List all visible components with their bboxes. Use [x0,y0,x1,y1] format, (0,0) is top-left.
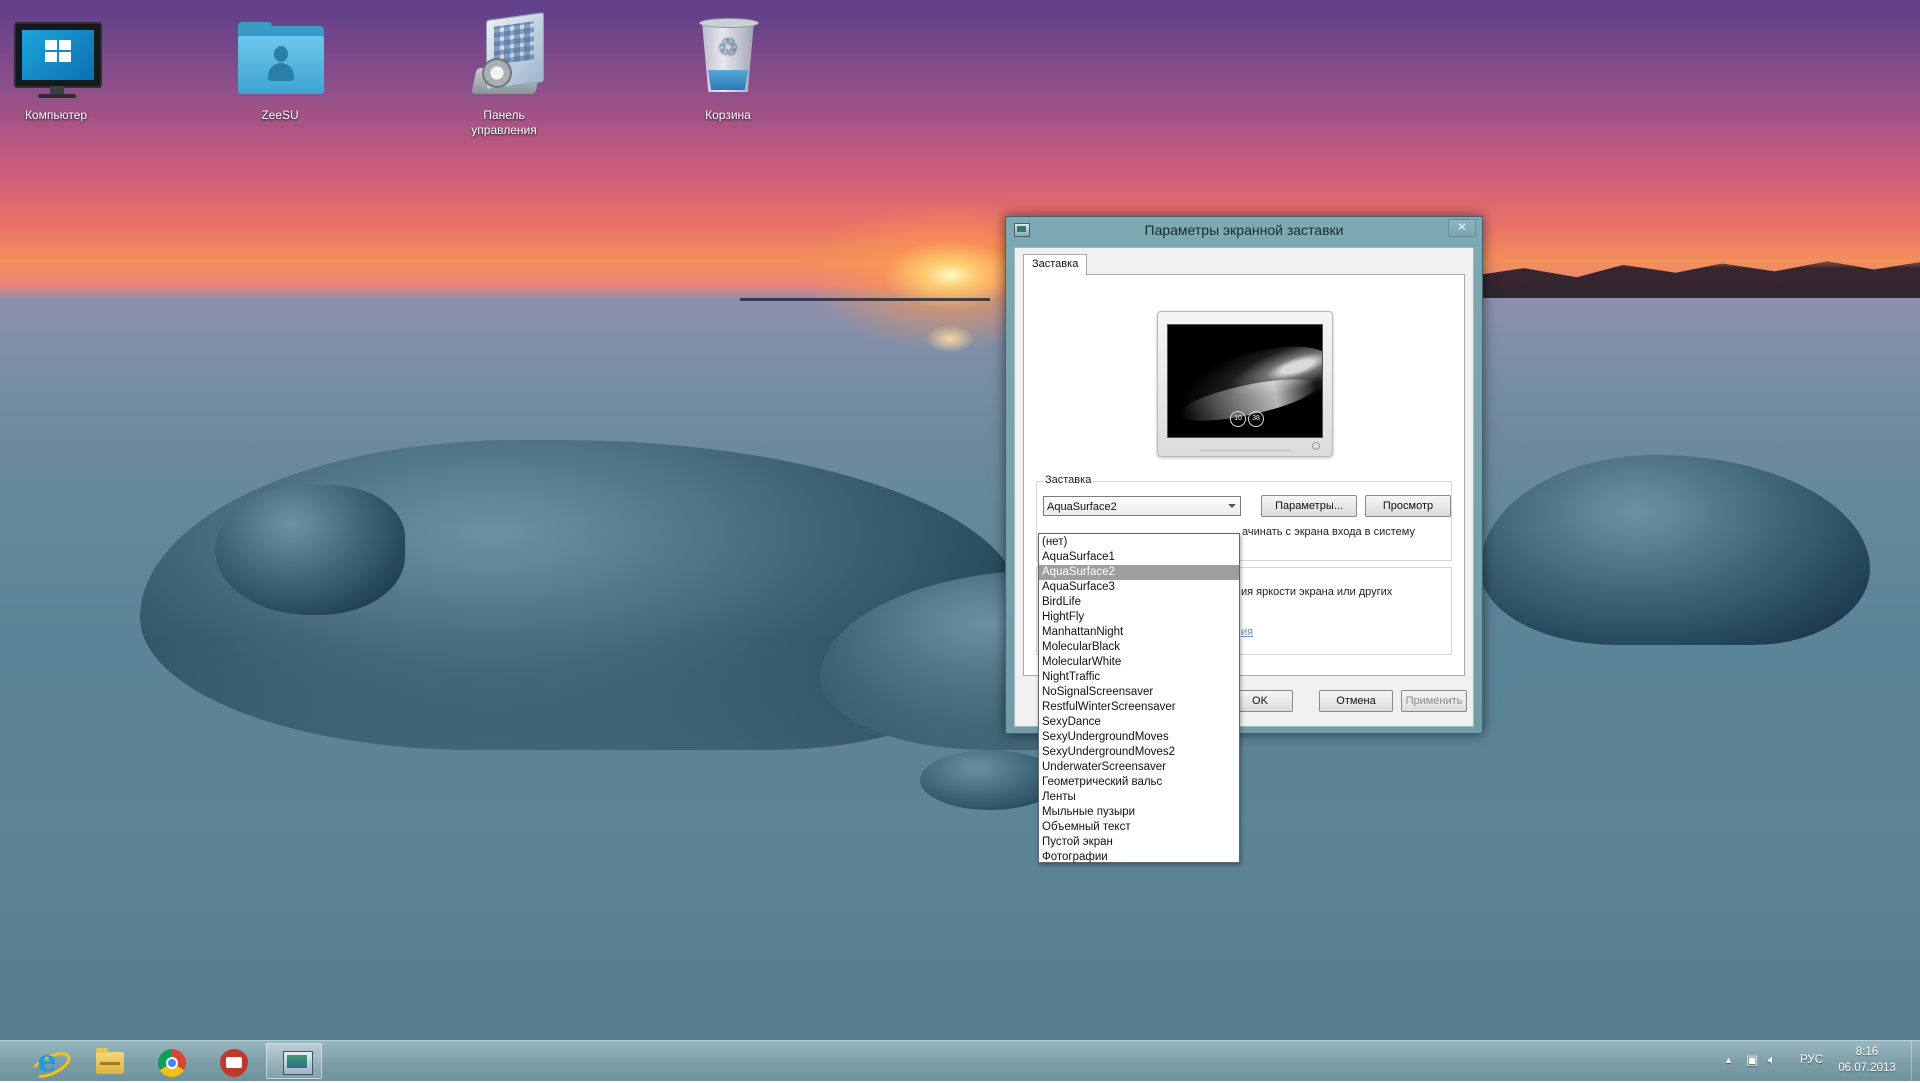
power-settings-link[interactable]: ия [1241,626,1253,638]
login-checkbox-label[interactable]: ачинать с экрана входа в систему [1242,526,1415,538]
tab-screensaver[interactable]: Заставка [1023,254,1088,275]
clock[interactable]: 8:16 06.07.2013 [1832,1044,1902,1076]
dropdown-option[interactable]: Пустой экран [1039,835,1239,850]
taskbar-screenshot-app[interactable] [204,1043,260,1079]
dropdown-option[interactable]: MolecularBlack [1039,640,1239,655]
dropdown-option[interactable]: Ленты [1039,790,1239,805]
dropdown-option[interactable]: NightTraffic [1039,670,1239,685]
taskbar-screensaver-settings[interactable] [266,1043,322,1079]
dropdown-option[interactable]: AquaSurface3 [1039,580,1239,595]
power-led-icon [1312,442,1320,450]
network-icon[interactable]: ▣ [1746,1052,1758,1068]
dropdown-option[interactable]: Объемный текст [1039,820,1239,835]
dropdown-option[interactable]: SexyUndergroundMoves [1039,730,1239,745]
dropdown-option[interactable]: ManhattanNight [1039,625,1239,640]
dropdown-option[interactable]: Геометрический вальс [1039,775,1239,790]
desktop-wallpaper [0,0,1920,1080]
language-indicator[interactable]: РУС [1800,1052,1823,1068]
preview-clock-hours: 10 [1230,411,1246,427]
dropdown-option[interactable]: Мыльные пузыри [1039,805,1239,820]
show-hidden-icons-chevron-icon[interactable]: ▲ [1724,1052,1733,1068]
screensaver-select[interactable]: AquaSurface2 [1043,496,1241,516]
apply-button[interactable]: Применить [1401,690,1467,712]
preview-clock-minutes: 38 [1248,411,1264,427]
desktop-icon-user-folder[interactable]: ZeeSU [225,8,335,123]
rock [215,485,405,615]
desktop-icon-label: Корзина [705,108,751,122]
taskbar-file-explorer[interactable] [80,1043,136,1079]
chrome-icon [158,1049,186,1077]
folder-icon [96,1048,124,1074]
taskbar-chrome[interactable] [142,1043,198,1079]
selected-screensaver: AquaSurface2 [1047,501,1117,513]
dropdown-option[interactable]: MolecularWhite [1039,655,1239,670]
screensaver-icon [283,1051,313,1075]
dropdown-option[interactable]: BirdLife [1039,595,1239,610]
dropdown-option[interactable]: HightFly [1039,610,1239,625]
group-label: Заставка [1043,474,1094,486]
desktop-icon-label: Панель управления [471,108,537,137]
dropdown-option[interactable]: Фотографии [1039,850,1239,865]
desktop-icon-control-panel[interactable]: Панель управления [449,8,559,138]
system-tray: ▲ ▣ 🔈︎ РУС 8:16 06.07.2013 [1700,1041,1920,1081]
sun-reflection [925,325,975,353]
preview-button[interactable]: Просмотр [1365,495,1451,517]
dropdown-option[interactable]: SexyUndergroundMoves2 [1039,745,1239,760]
preview-screen: 10 38 [1167,324,1323,438]
dropdown-option[interactable]: (нет) [1039,535,1239,550]
clock-time: 8:16 [1855,1046,1879,1058]
clock-date: 06.07.2013 [1838,1062,1896,1074]
rock [1480,455,1870,645]
taskbar: e ▲ ▣ 🔈︎ РУС 8:16 06.07.2013 [0,1040,1920,1083]
user-folder-icon [232,8,328,104]
mist [0,640,1920,1040]
dropdown-option[interactable]: AquaSurface2 [1039,565,1239,580]
desktop-icon-recycle-bin[interactable]: ♲ Корзина [673,8,783,123]
windows-logo-icon [45,40,71,62]
computer-icon [8,8,104,104]
recycle-symbol-icon: ♲ [717,34,739,61]
parameters-button[interactable]: Параметры... [1261,495,1357,517]
desktop-icon-label: Компьютер [24,108,88,122]
close-button[interactable]: ✕ [1448,219,1476,237]
dropdown-option[interactable]: AquaSurface1 [1039,550,1239,565]
horizon [740,298,990,301]
dropdown-option[interactable]: UnderwaterScreensaver [1039,760,1239,775]
internet-explorer-glyph: e [37,1044,57,1079]
chevron-down-icon [1228,504,1236,508]
preview-monitor: 10 38 [1157,311,1333,457]
power-description: ия яркости экрана или других [1241,586,1393,598]
desktop-icon-label: ZeeSU [261,108,299,122]
screensaver-dropdown-list[interactable]: (нет) AquaSurface1 AquaSurface2 AquaSurface… [1038,533,1240,863]
dropdown-option[interactable]: SexyDance [1039,715,1239,730]
volume-icon[interactable]: 🔈︎ [1768,1052,1776,1068]
dropdown-option[interactable]: NoSignalScreensaver [1039,685,1239,700]
dropdown-option[interactable]: RestfulWinterScreensaver [1039,700,1239,715]
camera-icon [220,1049,248,1077]
desktop-icon-computer[interactable]: Компьютер [1,8,111,123]
cancel-button[interactable]: Отмена [1319,690,1393,712]
show-desktop-button[interactable] [1911,1041,1920,1081]
control-panel-icon [456,8,552,104]
taskbar-internet-explorer[interactable]: e [18,1043,75,1083]
recycle-bin-icon: ♲ [680,8,776,104]
dialog-title: Параметры экранной заставки [1144,222,1344,238]
